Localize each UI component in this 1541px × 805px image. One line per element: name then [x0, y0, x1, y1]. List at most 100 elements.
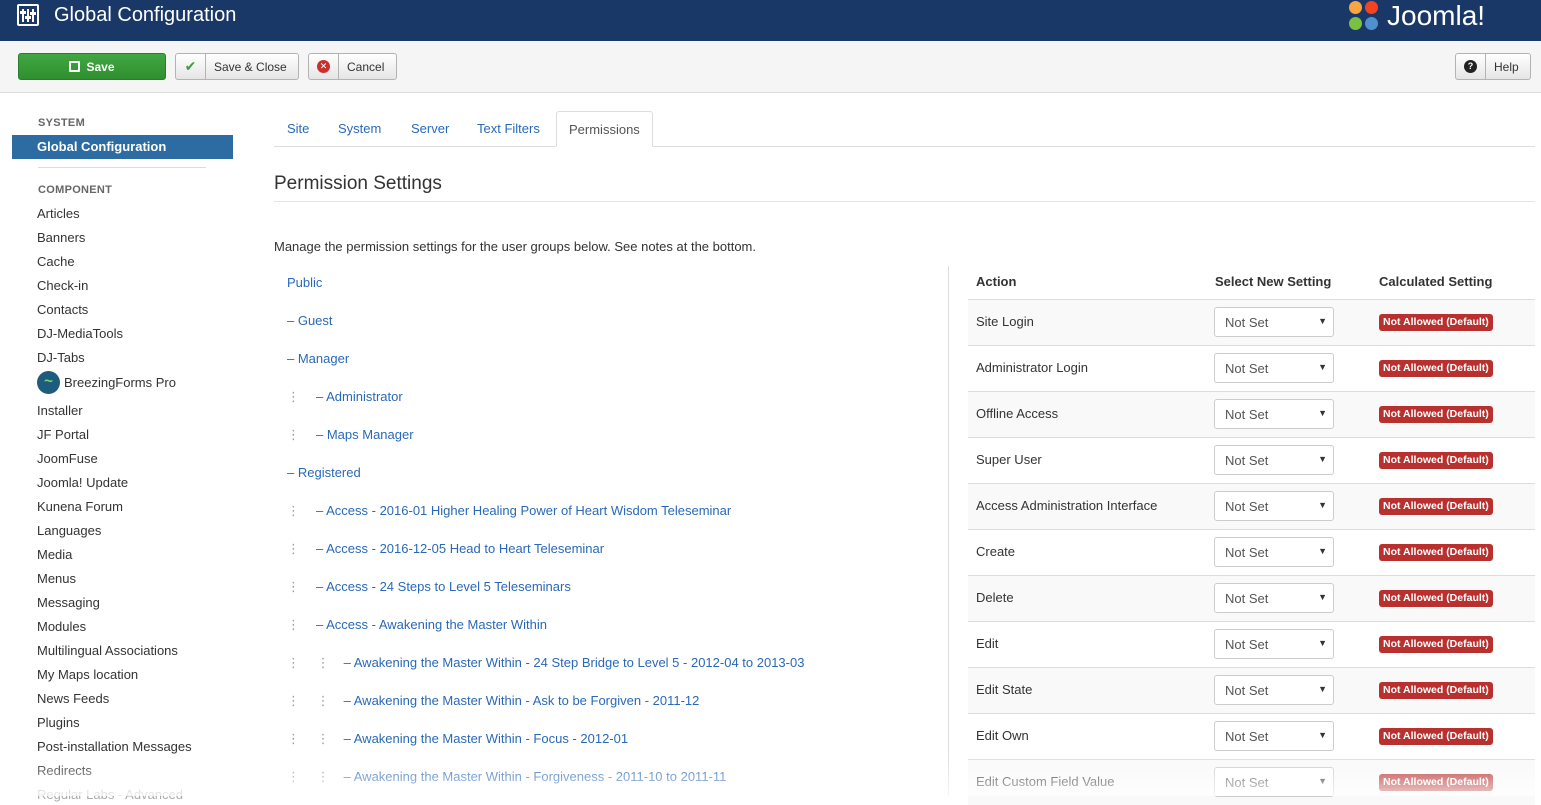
caret-down-icon: ▼	[1318, 638, 1327, 648]
sidebar-item-news-feeds[interactable]: News Feeds	[37, 691, 109, 706]
sidebar-item-joomfuse[interactable]: JoomFuse	[37, 451, 98, 466]
table-row: Administrator Login Not Set ▼ Not Allowed…	[968, 345, 1535, 391]
sidebar-item-breezingforms-pro[interactable]: ~ BreezingForms Pro	[37, 371, 176, 395]
sidebar-item-installer[interactable]: Installer	[37, 403, 83, 418]
tab-server[interactable]: Server	[411, 111, 449, 147]
sidebar: SYSTEM Global Configuration COMPONENT Ar…	[0, 94, 250, 802]
group-item[interactable]: ⋮ ⋮ – Awakening the Master Within - Ask t…	[287, 693, 699, 709]
setting-select[interactable]: Not Set ▼	[1214, 675, 1334, 705]
tab-site[interactable]: Site	[287, 111, 309, 147]
group-item[interactable]: ⋮ – Maps Manager	[287, 427, 414, 443]
setting-select[interactable]: Not Set ▼	[1214, 445, 1334, 475]
setting-select[interactable]: Not Set ▼	[1214, 399, 1334, 429]
tree-indent: ⋮ ⋮	[287, 769, 330, 784]
sidebar-item-kunena-forum[interactable]: Kunena Forum	[37, 499, 123, 514]
tab-system[interactable]: System	[338, 111, 381, 147]
group-item[interactable]: – Manager	[287, 351, 349, 366]
sidebar-item-post-installation-messages[interactable]: Post-installation Messages	[37, 739, 192, 754]
sidebar-item-my-maps-location[interactable]: My Maps location	[37, 667, 138, 682]
table-row: Delete Not Set ▼ Not Allowed (Default)	[968, 575, 1535, 621]
tree-indent: ⋮	[287, 389, 300, 404]
sidebar-item-media[interactable]: Media	[37, 547, 72, 562]
setting-select[interactable]: Not Set ▼	[1214, 537, 1334, 567]
status-badge: Not Allowed (Default)	[1379, 360, 1493, 377]
save-close-button[interactable]: ✔ Save & Close	[175, 53, 299, 80]
sidebar-item-dj-mediatools[interactable]: DJ-MediaTools	[37, 326, 123, 341]
sidebar-item-joomla-update[interactable]: Joomla! Update	[37, 475, 128, 490]
status-badge: Not Allowed (Default)	[1379, 682, 1493, 699]
permissions-table: Action Select New Setting Calculated Set…	[968, 266, 1535, 805]
sidebar-item-contacts[interactable]: Contacts	[37, 302, 88, 317]
setting-select[interactable]: Not Set ▼	[1214, 767, 1334, 797]
sidebar-item-jf-portal[interactable]: JF Portal	[37, 427, 89, 442]
sidebar-item-messaging[interactable]: Messaging	[37, 595, 100, 610]
action-label: Administrator Login	[976, 360, 1088, 375]
status-badge: Not Allowed (Default)	[1379, 636, 1493, 653]
setting-select[interactable]: Not Set ▼	[1214, 583, 1334, 613]
group-item[interactable]: – Registered	[287, 465, 361, 480]
table-row: Edit Custom Field Value Not Set ▼ Not All…	[968, 759, 1535, 805]
tree-indent: ⋮ ⋮	[287, 655, 330, 670]
sidebar-item-articles[interactable]: Articles	[37, 206, 80, 221]
help-label: Help	[1494, 60, 1519, 74]
cancel-button[interactable]: ✕ Cancel	[308, 53, 397, 80]
group-item[interactable]: ⋮ ⋮ – Awakening the Master Within - Forgi…	[287, 769, 726, 785]
status-badge: Not Allowed (Default)	[1379, 590, 1493, 607]
sidebar-heading-system: SYSTEM	[38, 117, 86, 129]
sidebar-item-languages[interactable]: Languages	[37, 523, 101, 538]
action-label: Offline Access	[976, 406, 1059, 421]
sidebar-item-redirects[interactable]: Redirects	[37, 763, 92, 778]
action-label: Edit Custom Field Value	[976, 774, 1115, 789]
caret-down-icon: ▼	[1318, 730, 1327, 740]
column-header-action: Action	[976, 274, 1017, 289]
status-badge: Not Allowed (Default)	[1379, 498, 1493, 515]
setting-select[interactable]: Not Set ▼	[1214, 353, 1334, 383]
sidebar-item-modules[interactable]: Modules	[37, 619, 86, 634]
group-item[interactable]: ⋮ ⋮ – Awakening the Master Within - Focus…	[287, 731, 628, 747]
table-row: Create Not Set ▼ Not Allowed (Default)	[968, 529, 1535, 575]
sidebar-item-banners[interactable]: Banners	[37, 230, 85, 245]
setting-select[interactable]: Not Set ▼	[1214, 721, 1334, 751]
sidebar-item-plugins[interactable]: Plugins	[37, 715, 80, 730]
tree-indent: ⋮	[287, 579, 300, 594]
page-header-title: Global Configuration	[54, 4, 237, 26]
tree-indent: ⋮	[287, 427, 300, 442]
tree-indent: ⋮ ⋮	[287, 731, 330, 746]
group-item[interactable]: – Guest	[287, 313, 333, 328]
cancel-label: Cancel	[347, 60, 385, 74]
tab-text-filters[interactable]: Text Filters	[477, 111, 540, 147]
sidebar-item-cache[interactable]: Cache	[37, 254, 75, 269]
sidebar-heading-component: COMPONENT	[38, 184, 113, 196]
group-item[interactable]: Public	[287, 275, 322, 290]
group-item[interactable]: ⋮ – Access - 2016-12-05 Head to Heart Tel…	[287, 541, 604, 557]
help-button[interactable]: ? Help	[1455, 53, 1531, 80]
group-item[interactable]: ⋮ ⋮ – Awakening the Master Within - 24 St…	[287, 655, 804, 671]
toolbar: Save ✔ Save & Close ✕ Cancel ? Help	[0, 41, 1541, 93]
group-item[interactable]: ⋮ – Access - 24 Steps to Level 5 Telesemi…	[287, 579, 571, 595]
table-row: Edit Not Set ▼ Not Allowed (Default)	[968, 621, 1535, 667]
action-label: Edit State	[976, 682, 1033, 697]
group-item[interactable]: ⋮ – Access - Awakening the Master Within	[287, 617, 547, 633]
setting-select[interactable]: Not Set ▼	[1214, 629, 1334, 659]
table-row: Access Administration Interface Not Set ▼…	[968, 483, 1535, 529]
caret-down-icon: ▼	[1318, 500, 1327, 510]
sidebar-item-regular-labs[interactable]: Regular Labs - Advanced	[37, 787, 183, 802]
save-button[interactable]: Save	[18, 53, 166, 80]
config-tabs: Site System Server Text Filters Permissi…	[274, 111, 1535, 147]
sidebar-item-global-configuration[interactable]: Global Configuration	[12, 135, 233, 159]
edit-icon	[69, 61, 81, 72]
sidebar-item-check-in[interactable]: Check-in	[37, 278, 88, 293]
group-item[interactable]: ⋮ – Access - 2016-01 Higher Healing Power…	[287, 503, 731, 519]
caret-down-icon: ▼	[1318, 362, 1327, 372]
group-item[interactable]: ⋮ – Administrator	[287, 389, 403, 405]
setting-select[interactable]: Not Set ▼	[1214, 307, 1334, 337]
sidebar-item-dj-tabs[interactable]: DJ-Tabs	[37, 350, 85, 365]
save-label: Save	[86, 60, 115, 74]
setting-select[interactable]: Not Set ▼	[1214, 491, 1334, 521]
sidebar-item-menus[interactable]: Menus	[37, 571, 76, 586]
sidebar-item-multilingual-associations[interactable]: Multilingual Associations	[37, 643, 178, 658]
table-row: Edit State Not Set ▼ Not Allowed (Default…	[968, 667, 1535, 713]
tab-permissions[interactable]: Permissions	[556, 111, 653, 147]
action-label: Access Administration Interface	[976, 498, 1158, 513]
table-row: Edit Own Not Set ▼ Not Allowed (Default)	[968, 713, 1535, 759]
